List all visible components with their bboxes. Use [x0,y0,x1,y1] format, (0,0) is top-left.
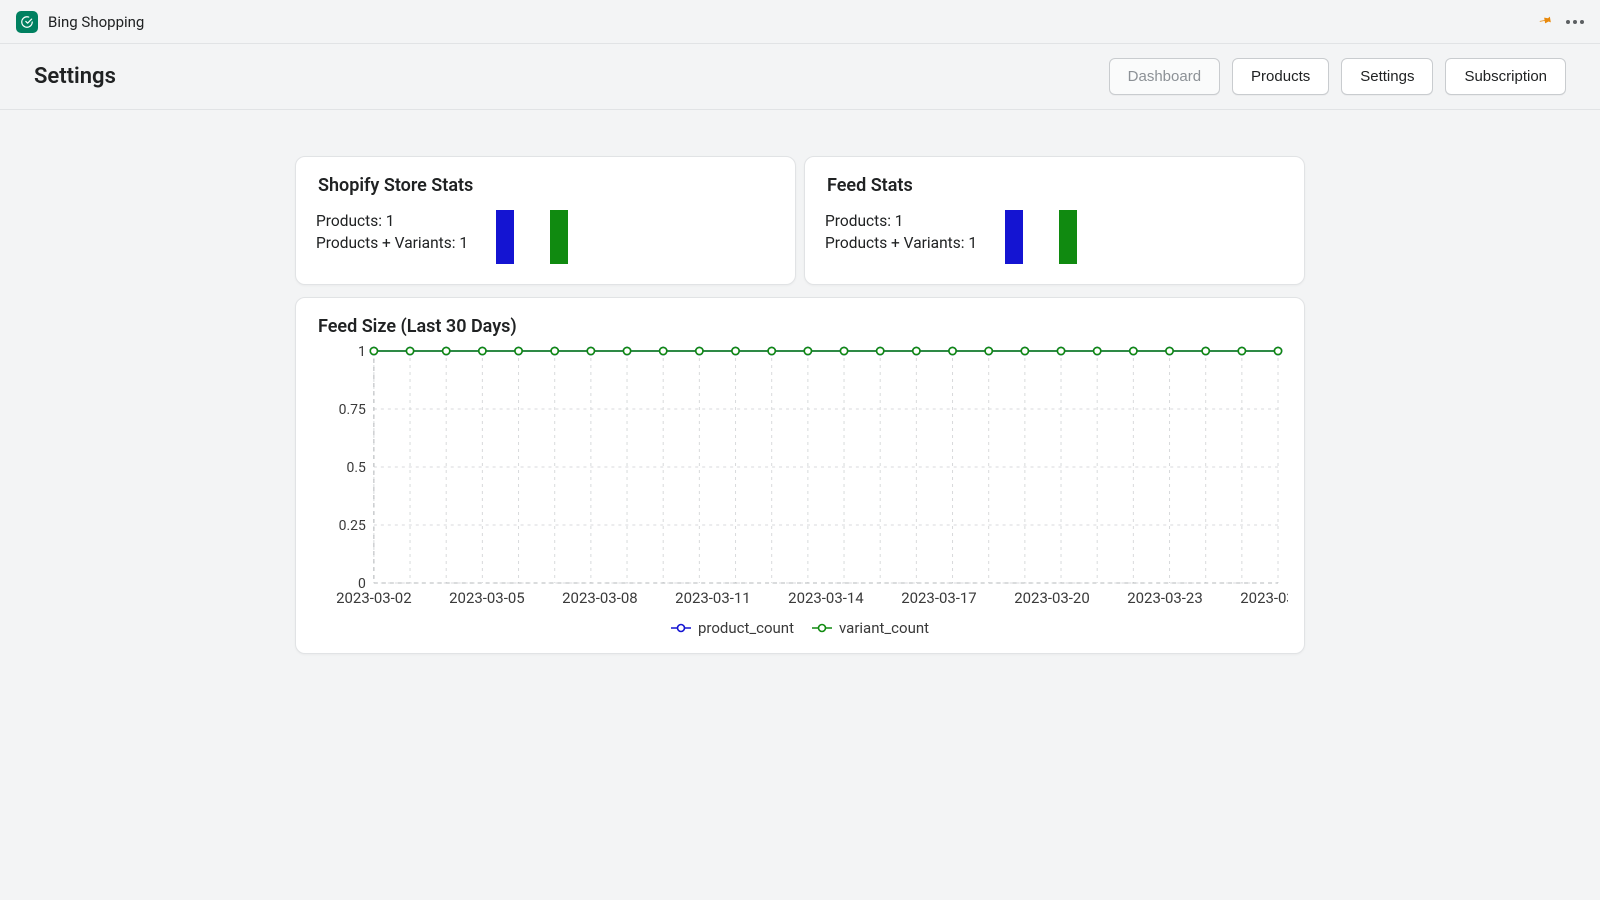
svg-text:2023-03-02: 2023-03-02 [336,589,412,607]
feed-products-label: Products: [825,212,895,230]
shopify-products-value: 1 [386,212,395,230]
stats-row: Shopify Store Stats Products: 1 Products… [295,156,1305,285]
feed-products-value: 1 [895,212,904,230]
legend-product-label: product_count [698,619,794,637]
feed-stats-card: Feed Stats Products: 1 Products + Varian… [804,156,1305,285]
app-icon [16,11,38,33]
feed-stats-title: Feed Stats [825,175,1284,196]
shopify-stats-card: Shopify Store Stats Products: 1 Products… [295,156,796,285]
top-bar: Bing Shopping [0,0,1600,44]
feed-variants-value: 1 [968,234,977,252]
feed-size-chart-title: Feed Size (Last 30 Days) [312,316,1288,337]
content: Shopify Store Stats Products: 1 Products… [0,110,1600,654]
svg-text:2023-03-23: 2023-03-23 [1127,589,1203,607]
bar-products [1005,210,1023,264]
more-icon[interactable] [1566,20,1584,24]
top-bar-left: Bing Shopping [16,11,144,33]
shopify-mini-chart [496,210,568,264]
feed-size-chart-card: Feed Size (Last 30 Days) 10.750.50.25020… [295,297,1305,654]
svg-text:2023-03-20: 2023-03-20 [1014,589,1090,607]
nav-buttons: Dashboard Products Settings Subscription [1109,58,1566,95]
legend-variant-label: variant_count [839,619,929,637]
bar-variants [1059,210,1077,264]
shopify-stats-text: Products: 1 Products + Variants: 1 [316,210,468,254]
svg-text:1: 1 [358,345,366,360]
nav-products[interactable]: Products [1232,58,1329,95]
shopify-products-label: Products: [316,212,386,230]
svg-text:2023-03-08: 2023-03-08 [562,589,638,607]
top-bar-right [1538,12,1584,31]
feed-variants-label: Products + Variants: [825,234,968,252]
nav-subscription[interactable]: Subscription [1445,58,1566,95]
svg-text:0.5: 0.5 [347,460,367,476]
pin-icon[interactable] [1534,10,1556,34]
chart-legend: product_count variant_count [312,609,1288,641]
legend-product-count[interactable]: product_count [671,619,794,637]
feed-mini-chart [1005,210,1077,264]
nav-dashboard[interactable]: Dashboard [1109,58,1220,95]
feed-size-chart: 10.750.50.2502023-03-022023-03-052023-03… [312,345,1288,609]
svg-text:0.25: 0.25 [339,518,366,534]
svg-text:2023-03-05: 2023-03-05 [449,589,525,607]
svg-text:0.75: 0.75 [339,402,366,418]
svg-text:2023-03-27: 2023-03-27 [1240,589,1288,607]
shopify-variants-label: Products + Variants: [316,234,459,252]
legend-variant-count[interactable]: variant_count [812,619,929,637]
svg-text:2023-03-11: 2023-03-11 [675,589,751,607]
svg-text:2023-03-14: 2023-03-14 [788,589,864,607]
bar-variants [550,210,568,264]
svg-text:2023-03-17: 2023-03-17 [901,589,977,607]
page-title: Settings [34,64,116,89]
feed-stats-text: Products: 1 Products + Variants: 1 [825,210,977,254]
shopify-stats-title: Shopify Store Stats [316,175,775,196]
bar-products [496,210,514,264]
app-name: Bing Shopping [48,13,144,31]
nav-settings[interactable]: Settings [1341,58,1433,95]
shopify-variants-value: 1 [459,234,468,252]
header-bar: Settings Dashboard Products Settings Sub… [0,44,1600,110]
